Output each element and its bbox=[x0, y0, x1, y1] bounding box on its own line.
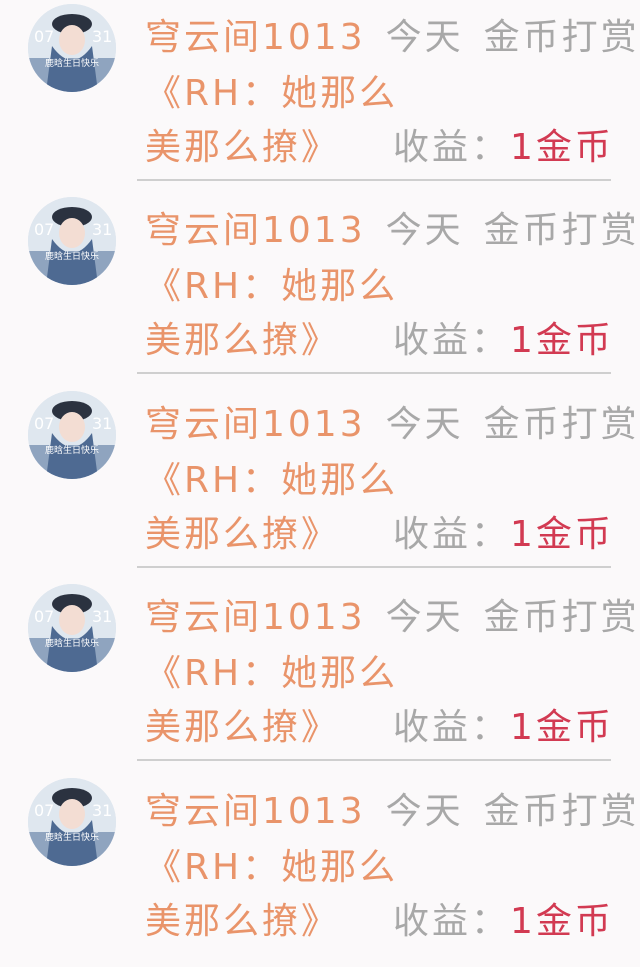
reward-time: 今天 bbox=[385, 791, 464, 832]
reward-item[interactable]: 07 31 鹿晗生日快乐 穹云间1013 今天 金币打赏 《RH：她那么 美那么撩》… bbox=[0, 387, 640, 580]
svg-text:07: 07 bbox=[34, 220, 54, 239]
income-value: 1金币 bbox=[510, 320, 614, 361]
income: 收益：1金币 bbox=[393, 513, 614, 557]
reward-header: 穹云间1013 今天 金币打赏 bbox=[145, 16, 640, 60]
book-title-line1[interactable]: 《RH：她那么 bbox=[145, 72, 398, 116]
avatar[interactable]: 07 31 鹿晗生日快乐 bbox=[28, 197, 116, 285]
reward-item[interactable]: 07 31 鹿晗生日快乐 穹云间1013 今天 金币打赏 《RH：她那么 美那么撩》… bbox=[0, 774, 640, 967]
avatar-image: 07 31 鹿晗生日快乐 bbox=[28, 391, 116, 479]
reward-item[interactable]: 07 31 鹿晗生日快乐 穹云间1013 今天 金币打赏 《RH：她那么 美那么撩》… bbox=[0, 580, 640, 773]
income-label: 收益： bbox=[393, 514, 511, 555]
reward-time: 今天 bbox=[385, 597, 464, 638]
avatar-image: 07 31 鹿晗生日快乐 bbox=[28, 584, 116, 672]
book-title-line2[interactable]: 美那么撩》 bbox=[145, 513, 340, 557]
book-title-line2[interactable]: 美那么撩》 bbox=[145, 706, 340, 750]
sender-name[interactable]: 穹云间1013 bbox=[145, 597, 366, 638]
svg-text:鹿晗生日快乐: 鹿晗生日快乐 bbox=[45, 444, 99, 456]
reward-header: 穹云间1013 今天 金币打赏 bbox=[145, 790, 640, 834]
reward-header: 穹云间1013 今天 金币打赏 bbox=[145, 209, 640, 253]
reward-item[interactable]: 07 31 鹿晗生日快乐 穹云间1013 今天 金币打赏 《RH：她那么 美那么撩》… bbox=[0, 0, 640, 193]
svg-text:鹿晗生日快乐: 鹿晗生日快乐 bbox=[45, 831, 99, 843]
avatar[interactable]: 07 31 鹿晗生日快乐 bbox=[28, 778, 116, 866]
reward-action: 金币打赏 bbox=[483, 404, 640, 445]
income: 收益：1金币 bbox=[393, 706, 614, 750]
svg-text:31: 31 bbox=[92, 607, 112, 626]
svg-text:鹿晗生日快乐: 鹿晗生日快乐 bbox=[45, 250, 99, 262]
svg-text:07: 07 bbox=[34, 27, 54, 46]
reward-action: 金币打赏 bbox=[483, 210, 640, 251]
income: 收益：1金币 bbox=[393, 126, 614, 170]
book-title-line2[interactable]: 美那么撩》 bbox=[145, 319, 340, 363]
income-value: 1金币 bbox=[510, 707, 614, 748]
avatar-image: 07 31 鹿晗生日快乐 bbox=[28, 197, 116, 285]
svg-text:31: 31 bbox=[92, 414, 112, 433]
income-value: 1金币 bbox=[510, 901, 614, 942]
divider bbox=[137, 179, 611, 181]
divider bbox=[137, 566, 611, 568]
reward-list: 07 31 鹿晗生日快乐 穹云间1013 今天 金币打赏 《RH：她那么 美那么撩》… bbox=[0, 0, 640, 959]
income-label: 收益： bbox=[393, 707, 511, 748]
svg-text:鹿晗生日快乐: 鹿晗生日快乐 bbox=[45, 637, 99, 649]
income: 收益：1金币 bbox=[393, 319, 614, 363]
svg-text:鹿晗生日快乐: 鹿晗生日快乐 bbox=[45, 57, 99, 69]
avatar[interactable]: 07 31 鹿晗生日快乐 bbox=[28, 4, 116, 92]
book-title-line1[interactable]: 《RH：她那么 bbox=[145, 846, 398, 890]
svg-text:07: 07 bbox=[34, 414, 54, 433]
svg-text:07: 07 bbox=[34, 607, 54, 626]
reward-time: 今天 bbox=[385, 404, 464, 445]
book-title-line1[interactable]: 《RH：她那么 bbox=[145, 459, 398, 503]
income: 收益：1金币 bbox=[393, 900, 614, 944]
income-value: 1金币 bbox=[510, 127, 614, 168]
book-title-line1[interactable]: 《RH：她那么 bbox=[145, 652, 398, 696]
sender-name[interactable]: 穹云间1013 bbox=[145, 210, 366, 251]
svg-text:07: 07 bbox=[34, 801, 54, 820]
reward-time: 今天 bbox=[385, 210, 464, 251]
reward-action: 金币打赏 bbox=[483, 597, 640, 638]
divider bbox=[137, 759, 611, 761]
svg-text:31: 31 bbox=[92, 220, 112, 239]
reward-time: 今天 bbox=[385, 17, 464, 58]
reward-item[interactable]: 07 31 鹿晗生日快乐 穹云间1013 今天 金币打赏 《RH：她那么 美那么撩》… bbox=[0, 193, 640, 386]
reward-header: 穹云间1013 今天 金币打赏 bbox=[145, 596, 640, 640]
income-label: 收益： bbox=[393, 901, 511, 942]
sender-name[interactable]: 穹云间1013 bbox=[145, 17, 366, 58]
reward-action: 金币打赏 bbox=[483, 17, 640, 58]
reward-header: 穹云间1013 今天 金币打赏 bbox=[145, 403, 640, 447]
avatar-image: 07 31 鹿晗生日快乐 bbox=[28, 4, 116, 92]
sender-name[interactable]: 穹云间1013 bbox=[145, 404, 366, 445]
income-label: 收益： bbox=[393, 320, 511, 361]
reward-action: 金币打赏 bbox=[483, 791, 640, 832]
svg-text:31: 31 bbox=[92, 801, 112, 820]
sender-name[interactable]: 穹云间1013 bbox=[145, 791, 366, 832]
avatar[interactable]: 07 31 鹿晗生日快乐 bbox=[28, 584, 116, 672]
income-value: 1金币 bbox=[510, 514, 614, 555]
svg-text:31: 31 bbox=[92, 27, 112, 46]
book-title-line1[interactable]: 《RH：她那么 bbox=[145, 265, 398, 309]
avatar-image: 07 31 鹿晗生日快乐 bbox=[28, 778, 116, 866]
book-title-line2[interactable]: 美那么撩》 bbox=[145, 126, 340, 170]
book-title-line2[interactable]: 美那么撩》 bbox=[145, 900, 340, 944]
divider bbox=[137, 372, 611, 374]
income-label: 收益： bbox=[393, 127, 511, 168]
avatar[interactable]: 07 31 鹿晗生日快乐 bbox=[28, 391, 116, 479]
